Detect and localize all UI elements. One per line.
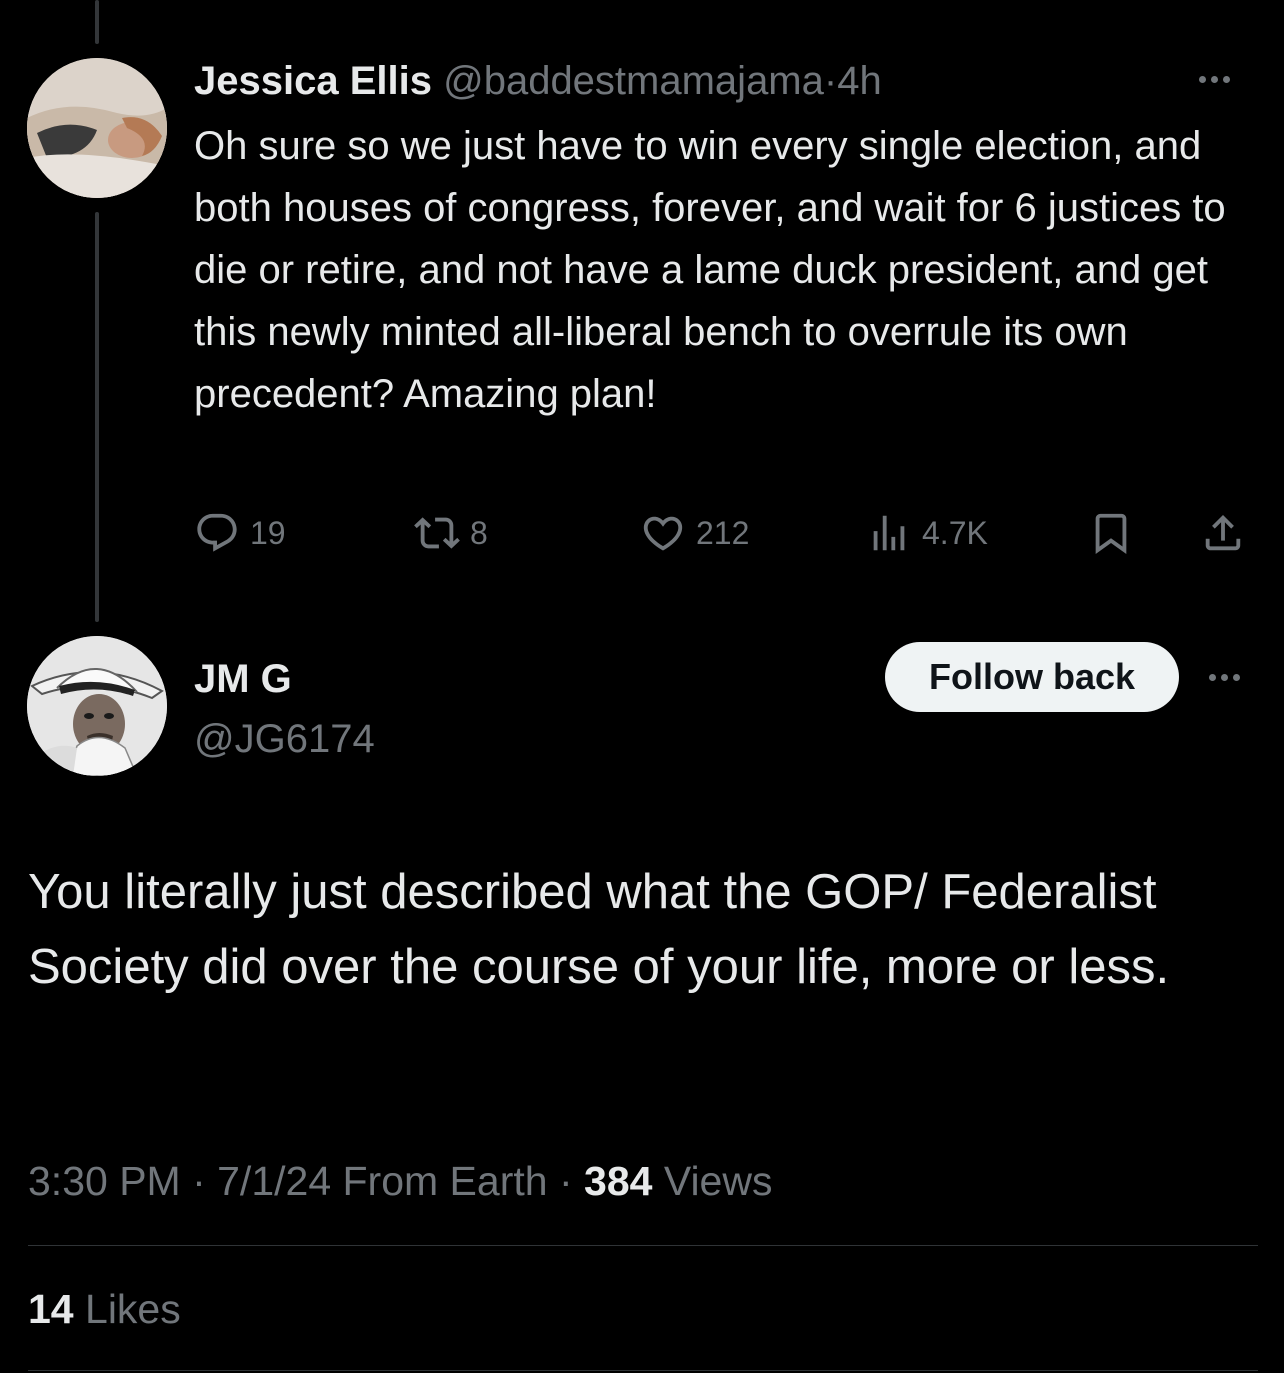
follow-back-button[interactable]: Follow back (885, 642, 1179, 712)
divider (28, 1245, 1258, 1246)
avatar[interactable] (27, 58, 167, 198)
views-label: Views (663, 1158, 773, 1204)
like-count: 212 (696, 514, 750, 551)
parent-tweet-header: Jessica Ellis @baddestmamajama·4h (194, 56, 882, 106)
parent-tweet-text: Oh sure so we just have to win every sin… (194, 124, 1226, 416)
reply-tweet-text: You literally just described what the GO… (28, 865, 1170, 994)
share-icon (1205, 514, 1241, 551)
repost-button[interactable]: 8 (414, 510, 488, 556)
views-button[interactable]: 4.7K (866, 510, 988, 556)
tweet-metadata: 3:30 PM · 7/1/24 From Earth · 384 Views (28, 1156, 772, 1206)
bookmark-icon (1095, 513, 1127, 554)
avatar[interactable] (27, 636, 167, 776)
avatar-image (27, 636, 167, 776)
parent-author-handle[interactable]: @baddestmamajama (443, 59, 824, 103)
reply-author-handle[interactable]: @JG6174 (194, 714, 375, 764)
repost-count: 8 (470, 514, 488, 551)
tweet-timestamp[interactable]: 3:30 PM · 7/1/24 From Earth (28, 1158, 548, 1204)
likes-count: 14 (28, 1286, 74, 1332)
reply-author-name[interactable]: JM G (194, 654, 292, 704)
bookmark-button[interactable] (1088, 510, 1134, 556)
more-icon[interactable] (1209, 674, 1240, 681)
thread-line-top (95, 0, 99, 44)
views-count: 384 (584, 1158, 653, 1204)
like-icon (643, 516, 683, 551)
parent-time-ago[interactable]: 4h (837, 59, 882, 103)
reply-count: 19 (250, 514, 286, 551)
thread-line (95, 212, 99, 622)
header-separator: · (823, 59, 838, 103)
avatar-image (27, 58, 167, 198)
likes-summary[interactable]: 14 Likes (28, 1284, 181, 1334)
views-icon (873, 515, 905, 551)
reply-icon (197, 513, 237, 552)
share-button[interactable] (1200, 510, 1246, 556)
repost-icon (414, 517, 460, 549)
more-icon[interactable] (1199, 76, 1230, 83)
like-button[interactable]: 212 (640, 510, 749, 556)
meta-separator: · (558, 1158, 573, 1204)
parent-author-name[interactable]: Jessica Ellis (194, 59, 432, 103)
views-count: 4.7K (922, 514, 988, 551)
reply-button[interactable]: 19 (194, 510, 286, 556)
likes-label: Likes (85, 1286, 181, 1332)
divider (28, 1370, 1258, 1371)
